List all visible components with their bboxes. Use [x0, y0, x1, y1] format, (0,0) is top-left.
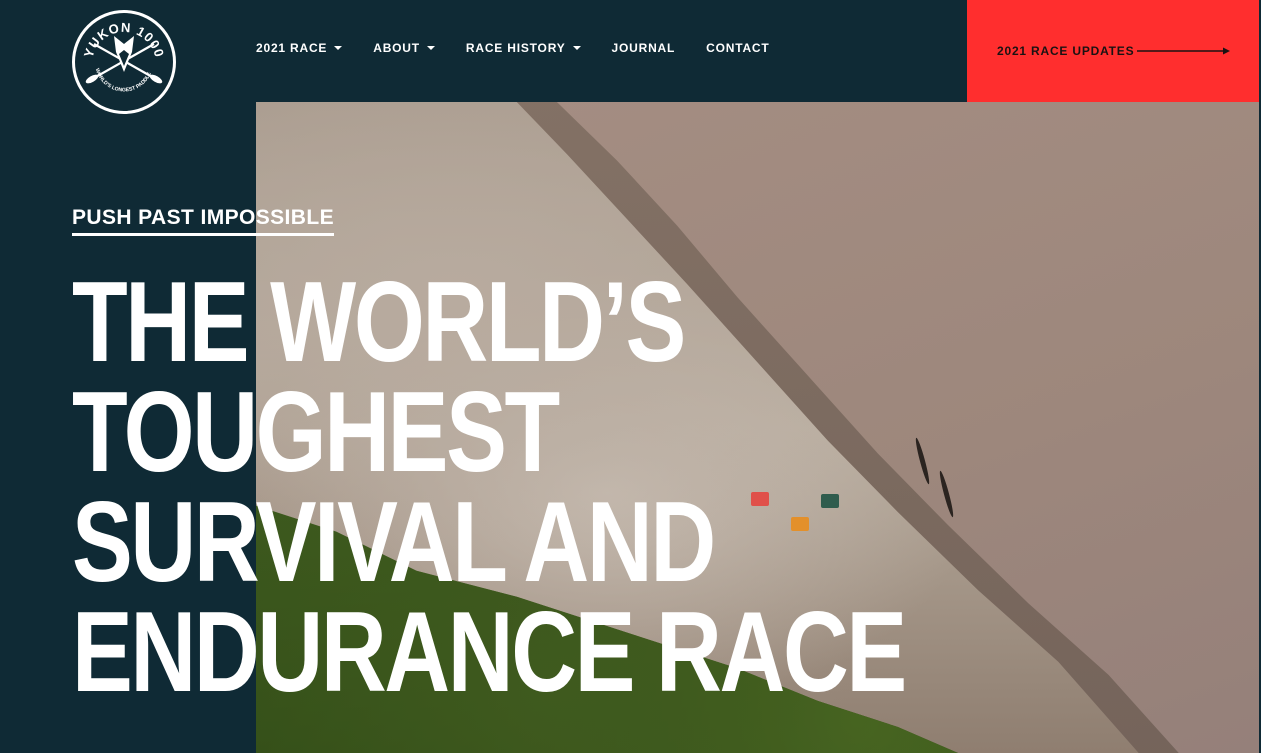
nav-item-label: JOURNAL [611, 41, 676, 55]
photo-canoe [937, 470, 956, 518]
main-nav: 2021 RACE ABOUT RACE HISTORY JOURNAL CON… [256, 41, 770, 55]
race-updates-button[interactable]: 2021 RACE UPDATES [967, 0, 1259, 102]
photo-canoe [913, 437, 932, 485]
hero-headline: THE WORLD’S TOUGHEST SURVIVAL AND ENDURA… [72, 259, 907, 716]
nav-item-race-history[interactable]: RACE HISTORY [466, 41, 581, 55]
nav-item-label: RACE HISTORY [465, 41, 566, 55]
headline-line: ENDURANCE RACE [72, 589, 907, 716]
site-logo[interactable]: YUKON 1000 THE WORLD'S LONGEST PADDLE RA… [72, 10, 176, 114]
caret-down-icon [426, 46, 435, 50]
caret-down-icon [334, 46, 343, 50]
nav-item-label: CONTACT [706, 41, 770, 55]
race-updates-label: 2021 RACE UPDATES [997, 44, 1135, 58]
hero-eyebrow: PUSH PAST IMPOSSIBLE [72, 206, 334, 236]
nav-item-about[interactable]: ABOUT [373, 41, 435, 55]
arrow-right-icon [1137, 47, 1230, 55]
nav-item-journal[interactable]: JOURNAL [612, 41, 676, 55]
nav-item-contact[interactable]: CONTACT [706, 41, 769, 55]
nav-item-label: 2021 RACE [256, 41, 328, 55]
headline-line: SURVIVAL AND [72, 479, 716, 606]
nav-item-2021-race[interactable]: 2021 RACE [256, 41, 343, 55]
logo-emblem-icon: YUKON 1000 THE WORLD'S LONGEST PADDLE RA… [76, 14, 166, 93]
headline-line: THE WORLD’S [72, 259, 686, 386]
headline-line: TOUGHEST [72, 369, 560, 496]
nav-item-label: ABOUT [373, 41, 420, 55]
caret-down-icon [572, 46, 581, 50]
